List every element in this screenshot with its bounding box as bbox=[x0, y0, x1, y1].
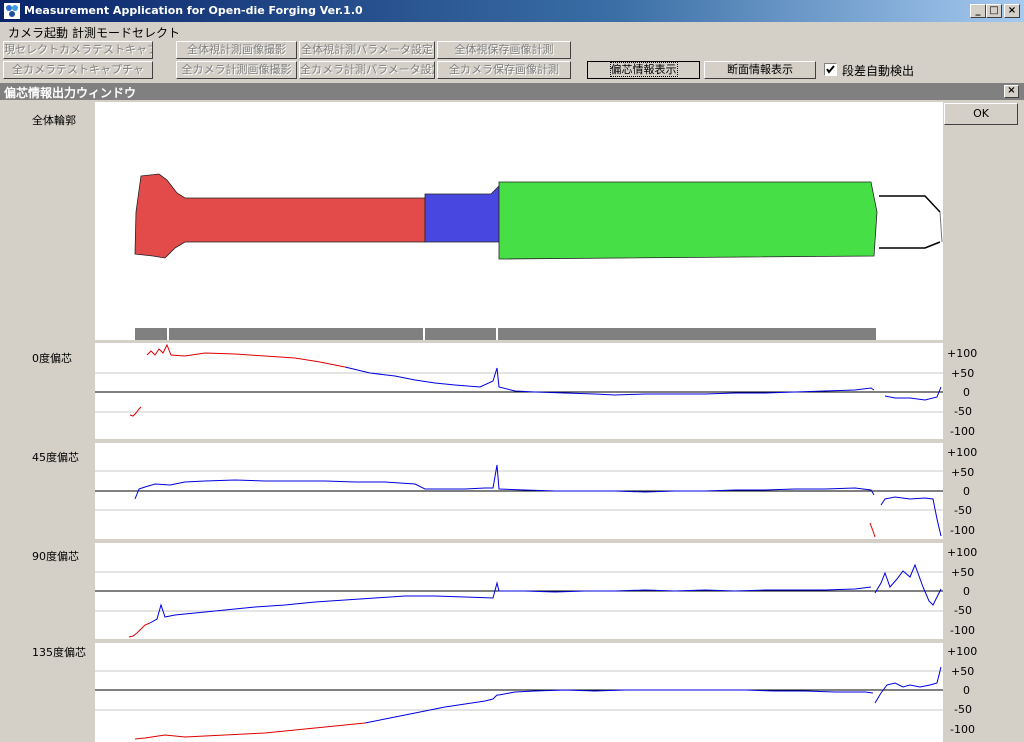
chart-45deg-tick-plus50: +50 bbox=[951, 466, 975, 479]
chart-0deg-blue-line bbox=[344, 366, 875, 396]
chart-90deg-red-line bbox=[128, 622, 151, 638]
eccentric-info-label: 偏芯情報表示 bbox=[609, 62, 678, 77]
overview-label: 全体輪郭 bbox=[32, 114, 76, 127]
close-button[interactable]: × bbox=[1004, 4, 1020, 18]
segment-bar-4 bbox=[498, 328, 876, 340]
chart-0deg-tick-plus50: +50 bbox=[951, 367, 975, 380]
chart-135deg-tick-0: 0 bbox=[963, 684, 970, 697]
menu-measure-mode-select[interactable]: 計測モードセレクト bbox=[72, 24, 180, 41]
chart-0deg-blue-line bbox=[884, 386, 942, 401]
chart-135deg-plot bbox=[95, 666, 943, 740]
chart-0deg-tick-0: 0 bbox=[963, 386, 970, 399]
chart-45deg-blue-line bbox=[880, 496, 942, 537]
chart-0deg-tick-plus100: +100 bbox=[947, 347, 978, 360]
chart-45deg-panel bbox=[95, 443, 943, 539]
chart-0deg-red-line bbox=[146, 343, 346, 368]
chart-135deg-tick-minus50: -50 bbox=[954, 703, 972, 716]
chart-45deg-label: 45度偏芯 bbox=[32, 451, 79, 464]
maximize-button[interactable]: □ bbox=[986, 4, 1002, 18]
chart-45deg-tick-minus100: -100 bbox=[950, 524, 975, 537]
chart-135deg-panel bbox=[95, 643, 943, 742]
chart-45deg-tick-0: 0 bbox=[963, 485, 970, 498]
overview-contour-image bbox=[134, 173, 943, 340]
chart-45deg-tick-plus100: +100 bbox=[947, 446, 978, 459]
chart-0deg-label: 0度偏芯 bbox=[32, 352, 72, 365]
chart-0deg-tick-minus100: -100 bbox=[950, 425, 975, 438]
checkmark-icon bbox=[826, 65, 835, 74]
chart-90deg-blue-line bbox=[874, 563, 942, 606]
segment-bar-3 bbox=[425, 328, 496, 340]
chart-45deg-blue-line bbox=[134, 464, 875, 500]
menu-bar: カメラ起動 計測モードセレクト bbox=[0, 22, 1024, 40]
chart-90deg-tick-minus50: -50 bbox=[954, 604, 972, 617]
right-end-outline bbox=[879, 195, 941, 249]
overview-contour-panel bbox=[95, 102, 943, 340]
overall-capture-button[interactable]: 全体視計測画像撮影 bbox=[176, 41, 297, 59]
app-icon bbox=[4, 3, 20, 19]
chart-135deg-tick-minus100: -100 bbox=[950, 723, 975, 736]
chart-90deg-panel bbox=[95, 543, 943, 639]
chart-135deg-blue-line bbox=[874, 666, 942, 704]
chart-90deg-label: 90度偏芯 bbox=[32, 550, 79, 563]
auto-step-detect-checkbox[interactable] bbox=[824, 63, 837, 76]
window-title: Measurement Application for Open-die For… bbox=[24, 4, 363, 17]
menu-camera-start[interactable]: カメラ起動 bbox=[8, 24, 68, 41]
red-segment bbox=[134, 173, 426, 259]
chart-45deg-plot bbox=[95, 464, 943, 538]
chart-90deg-blue-line bbox=[149, 581, 872, 624]
blue-segment bbox=[424, 185, 500, 243]
all-camera-saved-measure-button[interactable]: 全カメラ保存画像計測 bbox=[437, 61, 571, 79]
right-end-side bbox=[939, 211, 943, 243]
eccentric-window-titlebar: 偏芯情報出力ウィンドウ bbox=[0, 83, 1024, 100]
chart-45deg-tick-minus50: -50 bbox=[954, 504, 972, 517]
section-info-button[interactable]: 断面情報表示 bbox=[704, 61, 816, 79]
auto-step-detect-label: 段差自動検出 bbox=[842, 64, 915, 78]
chart-0deg-panel bbox=[95, 343, 943, 439]
green-segment bbox=[498, 181, 878, 260]
eccentric-window-title: 偏芯情報出力ウィンドウ bbox=[4, 86, 137, 100]
overall-parameter-button[interactable]: 全体視計測パラメータ設定 bbox=[299, 41, 435, 59]
current-camera-test-capture-button[interactable]: 現セレクトカメラテストキャプチャ bbox=[3, 41, 153, 59]
all-camera-parameter-button[interactable]: 全カメラ計測パラメータ設定 bbox=[299, 61, 435, 79]
eccentric-window-close-button[interactable]: × bbox=[1004, 85, 1019, 98]
chart-90deg-tick-plus100: +100 bbox=[947, 546, 978, 559]
eccentric-info-button[interactable]: 偏芯情報表示 bbox=[587, 61, 700, 79]
chart-90deg-tick-plus50: +50 bbox=[951, 566, 975, 579]
chart-0deg-plot bbox=[95, 343, 943, 417]
chart-90deg-tick-0: 0 bbox=[963, 585, 970, 598]
title-bar: Measurement Application for Open-die For… bbox=[0, 0, 1024, 22]
chart-90deg-tick-minus100: -100 bbox=[950, 624, 975, 637]
app-window: Measurement Application for Open-die For… bbox=[0, 0, 1024, 742]
chart-135deg-label: 135度偏芯 bbox=[32, 646, 86, 659]
chart-45deg-red-line bbox=[869, 522, 876, 538]
chart-135deg-blue-line bbox=[364, 689, 874, 724]
all-camera-capture-button[interactable]: 全カメラ計測画像撮影 bbox=[176, 61, 297, 79]
chart-135deg-red-line bbox=[134, 722, 366, 740]
overall-saved-measure-button[interactable]: 全体視保存画像計測 bbox=[437, 41, 571, 59]
all-camera-test-capture-button[interactable]: 全カメラテストキャプチャ bbox=[3, 61, 153, 79]
minimize-button[interactable]: _ bbox=[970, 4, 986, 18]
segment-bar-1 bbox=[135, 328, 167, 340]
chart-135deg-tick-plus50: +50 bbox=[951, 665, 975, 678]
ok-button[interactable]: OK bbox=[944, 103, 1018, 125]
chart-90deg-plot bbox=[95, 563, 943, 638]
segment-bar-2 bbox=[169, 328, 423, 340]
chart-135deg-tick-plus100: +100 bbox=[947, 645, 978, 658]
chart-0deg-tick-minus50: -50 bbox=[954, 405, 972, 418]
